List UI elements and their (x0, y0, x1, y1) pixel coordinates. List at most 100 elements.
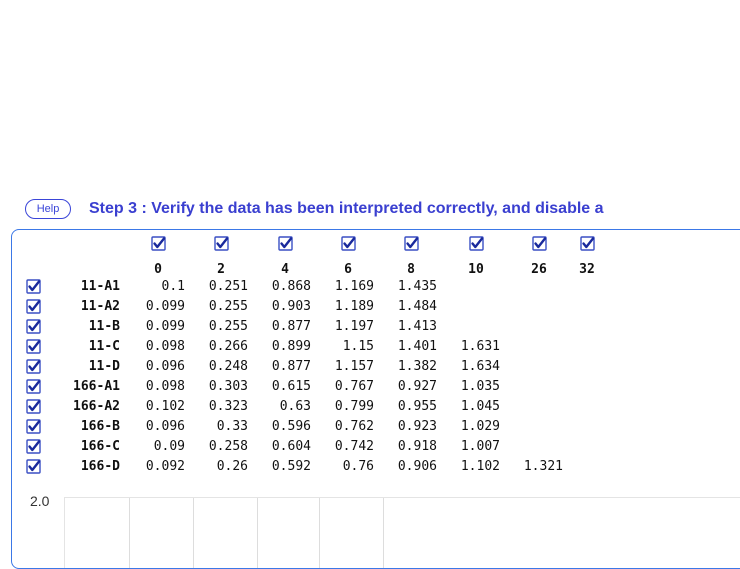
row-checkbox-11-A2[interactable] (26, 299, 41, 314)
table-cell: 1.029 (460, 419, 500, 434)
row-label: 11-A2 (80, 299, 120, 314)
table-cell: 1.045 (460, 399, 500, 414)
column-checkbox-4[interactable] (278, 236, 293, 251)
row-checkbox-166-C[interactable] (26, 439, 41, 454)
row-checkbox-11-A1[interactable] (26, 279, 41, 294)
column-header: 8 (407, 262, 415, 277)
column-checkbox-2[interactable] (214, 236, 229, 251)
checkmark-icon (26, 459, 41, 474)
table-cell: 1.102 (460, 459, 500, 474)
table-cell: 1.157 (334, 359, 374, 374)
table-cell: 0.76 (342, 459, 374, 474)
column-checkbox-10[interactable] (469, 236, 484, 251)
table-cell: 1.401 (397, 339, 437, 354)
table-cell: 0.615 (271, 379, 311, 394)
column-header: 0 (154, 262, 162, 277)
row-label: 11-B (88, 319, 120, 334)
table-cell: 0.899 (271, 339, 311, 354)
table-cell: 0.266 (208, 339, 248, 354)
checkmark-icon (26, 299, 41, 314)
checkmark-icon (278, 236, 293, 251)
step-title: Step 3 : Verify the data has been interp… (89, 200, 604, 217)
table-cell: 0.742 (334, 439, 374, 454)
checkmark-icon (151, 236, 166, 251)
table-cell: 0.604 (271, 439, 311, 454)
table-cell: 0.258 (208, 439, 248, 454)
column-header: 2 (217, 262, 225, 277)
column-checkbox-6[interactable] (341, 236, 356, 251)
row-label: 11-A1 (80, 279, 120, 294)
row-label: 11-D (88, 359, 120, 374)
table-cell: 1.435 (397, 279, 437, 294)
table-cell: 1.484 (397, 299, 437, 314)
table-cell: 0.918 (397, 439, 437, 454)
table-cell: 1.634 (460, 359, 500, 374)
column-checkbox-26[interactable] (532, 236, 547, 251)
table-cell: 0.092 (145, 459, 185, 474)
row-label: 166-A1 (73, 379, 120, 394)
table-cell: 0.096 (145, 419, 185, 434)
table-cell: 0.877 (271, 359, 311, 374)
row-label: 11-C (88, 339, 120, 354)
row-checkbox-166-A1[interactable] (26, 379, 41, 394)
table-cell: 0.255 (208, 319, 248, 334)
table-cell: 0.09 (153, 439, 185, 454)
table-cell: 0.877 (271, 319, 311, 334)
plot-area (64, 497, 740, 568)
row-checkbox-166-D[interactable] (26, 459, 41, 474)
plot-gridline (319, 498, 320, 568)
help-button[interactable]: Help (25, 199, 71, 219)
table-cell: 0.868 (271, 279, 311, 294)
table-cell: 0.1 (161, 279, 185, 294)
table-cell: 0.099 (145, 319, 185, 334)
plot-gridline (257, 498, 258, 568)
column-header: 4 (281, 262, 289, 277)
table-cell: 0.096 (145, 359, 185, 374)
table-cell: 0.903 (271, 299, 311, 314)
row-checkbox-11-D[interactable] (26, 359, 41, 374)
table-cell: 1.321 (523, 459, 563, 474)
checkmark-icon (469, 236, 484, 251)
table-cell: 1.035 (460, 379, 500, 394)
plot-gridline (129, 498, 130, 568)
row-checkbox-11-C[interactable] (26, 339, 41, 354)
table-cell: 1.382 (397, 359, 437, 374)
row-checkbox-166-A2[interactable] (26, 399, 41, 414)
checkmark-icon (26, 359, 41, 374)
table-cell: 0.63 (279, 399, 311, 414)
checkmark-icon (26, 319, 41, 334)
row-label: 166-C (80, 439, 120, 454)
checkmark-icon (404, 236, 419, 251)
row-label: 166-B (80, 419, 120, 434)
column-checkbox-0[interactable] (151, 236, 166, 251)
table-cell: 0.927 (397, 379, 437, 394)
row-checkbox-11-B[interactable] (26, 319, 41, 334)
table-cell: 0.767 (334, 379, 374, 394)
column-header: 32 (579, 262, 595, 277)
checkmark-icon (26, 279, 41, 294)
table-cell: 0.26 (216, 459, 248, 474)
table-cell: 0.955 (397, 399, 437, 414)
column-checkbox-8[interactable] (404, 236, 419, 251)
checkmark-icon (26, 419, 41, 434)
column-header: 10 (468, 262, 484, 277)
row-checkbox-166-B[interactable] (26, 419, 41, 434)
table-cell: 1.631 (460, 339, 500, 354)
table-cell: 0.592 (271, 459, 311, 474)
table-cell: 0.303 (208, 379, 248, 394)
checkmark-icon (214, 236, 229, 251)
table-cell: 0.099 (145, 299, 185, 314)
plot-gridline (383, 498, 384, 568)
table-cell: 1.197 (334, 319, 374, 334)
checkmark-icon (26, 399, 41, 414)
table-cell: 1.169 (334, 279, 374, 294)
table-cell: 0.323 (208, 399, 248, 414)
checkmark-icon (532, 236, 547, 251)
table-cell: 0.255 (208, 299, 248, 314)
table-cell: 0.762 (334, 419, 374, 434)
table-cell: 0.596 (271, 419, 311, 434)
table-cell: 0.799 (334, 399, 374, 414)
plot-gridline (193, 498, 194, 568)
table-cell: 0.906 (397, 459, 437, 474)
column-checkbox-32[interactable] (580, 236, 595, 251)
